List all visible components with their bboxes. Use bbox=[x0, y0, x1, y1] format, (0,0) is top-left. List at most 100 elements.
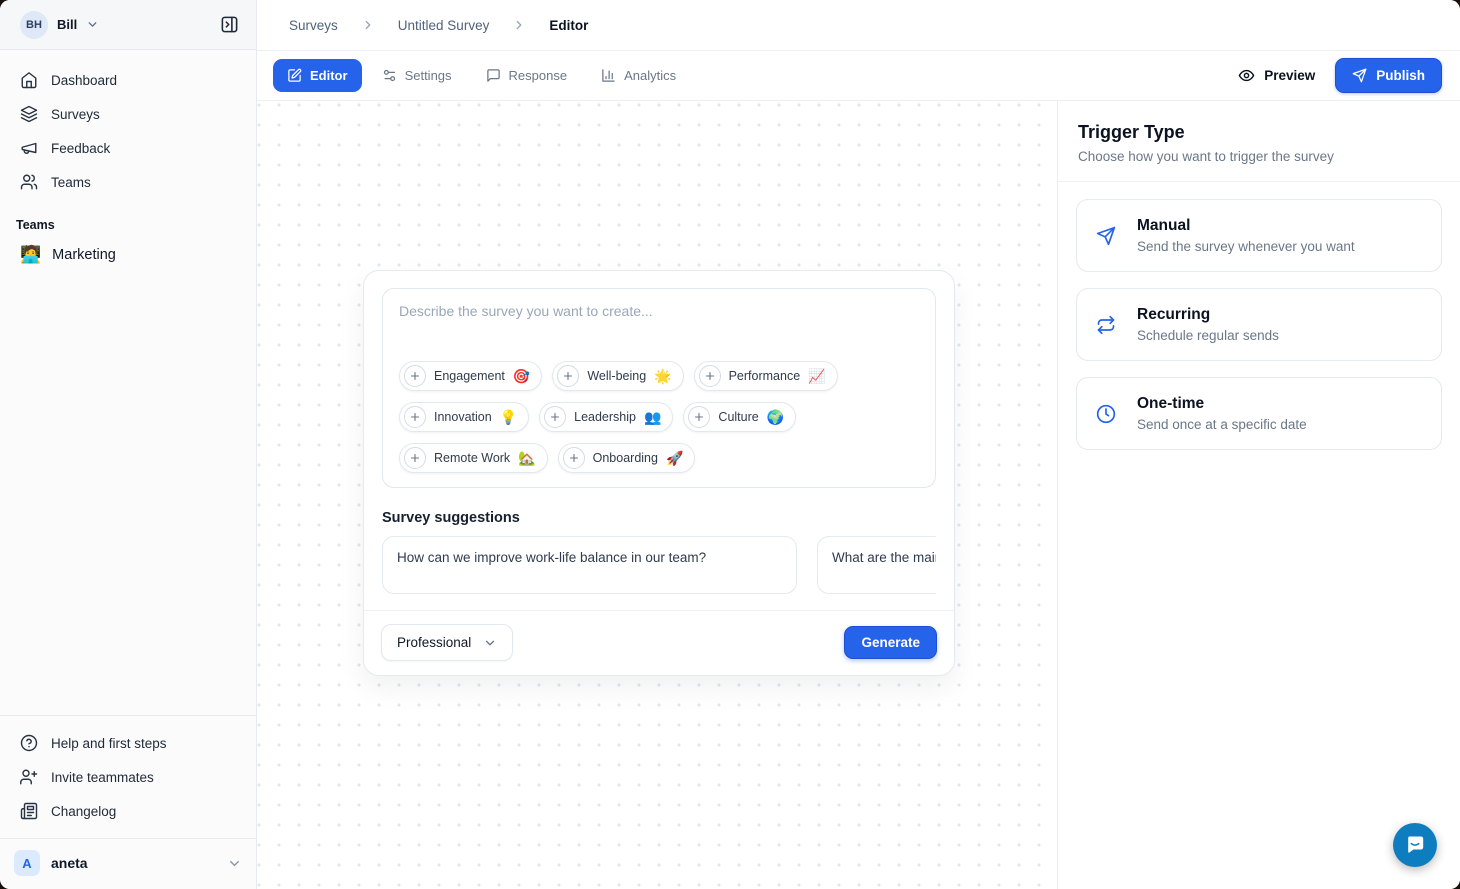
user-plus-icon bbox=[20, 768, 38, 786]
sidebar-item-surveys[interactable]: Surveys bbox=[8, 97, 248, 131]
plus-icon bbox=[544, 406, 566, 428]
preview-button[interactable]: Preview bbox=[1238, 67, 1315, 84]
trigger-option-description: Schedule regular sends bbox=[1137, 328, 1279, 343]
trigger-option-title: Recurring bbox=[1137, 306, 1279, 324]
sidebar-item-changelog[interactable]: Changelog bbox=[8, 794, 248, 828]
trigger-panel-header: Trigger Type Choose how you want to trig… bbox=[1058, 101, 1460, 182]
workspace-avatar[interactable]: BH bbox=[20, 11, 48, 39]
panel-title: Trigger Type bbox=[1078, 122, 1440, 143]
chevron-down-icon bbox=[86, 18, 99, 31]
send-icon bbox=[1096, 226, 1116, 246]
generate-button[interactable]: Generate bbox=[844, 626, 937, 659]
main-area: Surveys Untitled Survey Editor Editor bbox=[257, 0, 1460, 889]
tone-value: Professional bbox=[397, 635, 471, 650]
chip-label: Engagement bbox=[434, 369, 505, 383]
plus-icon bbox=[404, 406, 426, 428]
sidebar-item-help[interactable]: Help and first steps bbox=[8, 726, 248, 760]
survey-composer-card: Engagement 🎯 Well-being 🌟 bbox=[363, 270, 955, 676]
trigger-option-manual[interactable]: Manual Send the survey whenever you want bbox=[1076, 199, 1442, 272]
tone-select[interactable]: Professional bbox=[381, 624, 513, 661]
chip-label: Culture bbox=[718, 410, 758, 424]
chip-label: Performance bbox=[729, 369, 801, 383]
workspace-name[interactable]: Bill bbox=[57, 17, 77, 32]
users-icon bbox=[20, 173, 38, 191]
composer-footer: Professional Generate bbox=[364, 610, 954, 675]
sidebar-item-marketing-team[interactable]: 🧑‍💻 Marketing bbox=[0, 239, 256, 270]
tab-settings[interactable]: Settings bbox=[368, 59, 466, 92]
topic-chip-engagement[interactable]: Engagement 🎯 bbox=[399, 361, 542, 391]
sidebar-item-label: Feedback bbox=[51, 141, 110, 156]
globe-emoji-icon: 🌍 bbox=[767, 410, 784, 424]
tab-actions: Preview Publish bbox=[1238, 58, 1444, 93]
chat-launcher-button[interactable] bbox=[1393, 823, 1437, 867]
suggestions-row: How can we improve work-life balance in … bbox=[382, 536, 936, 594]
chart-emoji-icon: 📈 bbox=[808, 369, 825, 383]
trigger-options: Manual Send the survey whenever you want… bbox=[1058, 182, 1460, 467]
collapse-sidebar-button[interactable] bbox=[216, 12, 242, 38]
topic-chip-culture[interactable]: Culture 🌍 bbox=[683, 402, 796, 432]
workspace-switcher[interactable]: BH Bill bbox=[0, 0, 256, 50]
chip-label: Well-being bbox=[587, 369, 646, 383]
trigger-option-recurring[interactable]: Recurring Schedule regular sends bbox=[1076, 288, 1442, 361]
eye-icon bbox=[1238, 67, 1255, 84]
user-avatar: A bbox=[14, 850, 40, 876]
sidebar-footer: Help and first steps Invite teammates Ch… bbox=[0, 715, 256, 838]
tab-label: Response bbox=[509, 68, 568, 83]
sidebar-nav: Dashboard Surveys Feedback Teams bbox=[0, 50, 256, 199]
plus-icon bbox=[404, 447, 426, 469]
sidebar-item-label: Surveys bbox=[51, 107, 100, 122]
publish-label: Publish bbox=[1376, 68, 1425, 83]
settings-icon bbox=[382, 68, 397, 83]
chip-label: Onboarding bbox=[593, 451, 658, 465]
plus-icon bbox=[404, 365, 426, 387]
trigger-option-title: Manual bbox=[1137, 217, 1355, 235]
chat-bubble-icon bbox=[1403, 833, 1427, 857]
tab-label: Settings bbox=[405, 68, 452, 83]
technologist-emoji-icon: 🧑‍💻 bbox=[20, 246, 41, 263]
edit-icon bbox=[287, 68, 302, 83]
topic-chip-leadership[interactable]: Leadership 👥 bbox=[539, 402, 673, 432]
topic-chip-onboarding[interactable]: Onboarding 🚀 bbox=[558, 443, 696, 473]
topic-chip-remote-work[interactable]: Remote Work 🏡 bbox=[399, 443, 548, 473]
sidebar-item-label: Invite teammates bbox=[51, 770, 154, 785]
breadcrumb-editor: Editor bbox=[549, 18, 588, 33]
breadcrumb: Surveys Untitled Survey Editor bbox=[257, 0, 1460, 51]
topic-chip-innovation[interactable]: Innovation 💡 bbox=[399, 402, 529, 432]
topic-chip-performance[interactable]: Performance 📈 bbox=[694, 361, 838, 391]
plus-icon bbox=[557, 365, 579, 387]
breadcrumb-untitled-survey[interactable]: Untitled Survey bbox=[398, 18, 490, 33]
trigger-option-one-time[interactable]: One-time Send once at a specific date bbox=[1076, 377, 1442, 450]
sidebar-item-teams[interactable]: Teams bbox=[8, 165, 248, 199]
tabbar: Editor Settings Response Analytics bbox=[257, 51, 1460, 101]
sidebar-item-dashboard[interactable]: Dashboard bbox=[8, 63, 248, 97]
bulb-emoji-icon: 💡 bbox=[500, 410, 517, 424]
sidebar-item-label: Teams bbox=[51, 175, 91, 190]
suggestion-card[interactable]: What are the main ob bbox=[817, 536, 936, 594]
preview-label: Preview bbox=[1264, 68, 1315, 83]
suggestion-card[interactable]: How can we improve work-life balance in … bbox=[382, 536, 797, 594]
tab-editor[interactable]: Editor bbox=[273, 59, 362, 92]
message-square-icon bbox=[486, 68, 501, 83]
publish-button[interactable]: Publish bbox=[1335, 58, 1442, 93]
user-menu[interactable]: A aneta bbox=[0, 838, 256, 889]
survey-prompt-box: Engagement 🎯 Well-being 🌟 bbox=[382, 288, 936, 488]
topic-chip-well-being[interactable]: Well-being 🌟 bbox=[552, 361, 683, 391]
editor-canvas[interactable]: Engagement 🎯 Well-being 🌟 bbox=[257, 101, 1057, 889]
target-emoji-icon: 🎯 bbox=[513, 369, 530, 383]
content: Engagement 🎯 Well-being 🌟 bbox=[257, 101, 1460, 889]
sidebar-item-invite-teammates[interactable]: Invite teammates bbox=[8, 760, 248, 794]
tab-response[interactable]: Response bbox=[472, 59, 582, 92]
busts-emoji-icon: 👥 bbox=[644, 410, 661, 424]
chip-label: Innovation bbox=[434, 410, 492, 424]
chevron-right-icon bbox=[512, 18, 526, 32]
survey-description-input[interactable] bbox=[399, 303, 919, 353]
sidebar-item-feedback[interactable]: Feedback bbox=[8, 131, 248, 165]
chip-label: Leadership bbox=[574, 410, 636, 424]
chevron-down-icon bbox=[227, 856, 242, 871]
tab-analytics[interactable]: Analytics bbox=[587, 59, 690, 92]
breadcrumb-surveys[interactable]: Surveys bbox=[289, 18, 338, 33]
plus-icon bbox=[688, 406, 710, 428]
trigger-option-description: Send the survey whenever you want bbox=[1137, 239, 1355, 254]
send-icon bbox=[1352, 68, 1367, 83]
panel-collapse-icon bbox=[220, 15, 239, 34]
